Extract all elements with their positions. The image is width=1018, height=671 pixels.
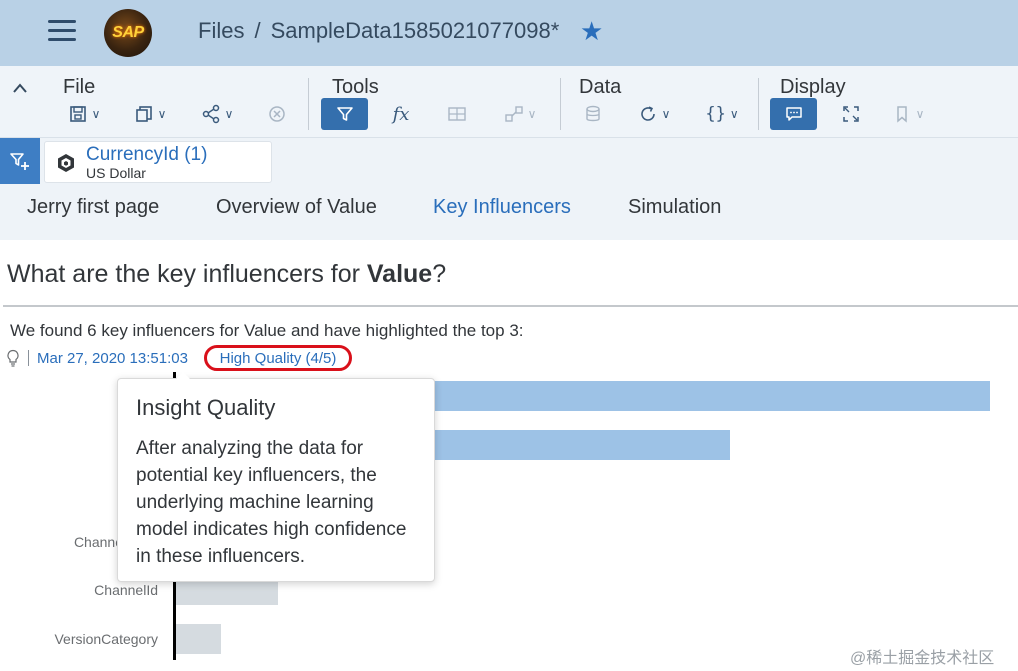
popover-body: After analyzing the data for potential k… <box>136 438 407 567</box>
link-icon <box>504 106 523 122</box>
variables-menu-button[interactable]: {} ∨ <box>700 98 744 130</box>
toolbar-divider <box>308 78 309 130</box>
page-tabs: Jerry first page Overview of Value Key I… <box>0 184 1018 240</box>
watermark: @稀土掘金技术社区 <box>850 650 995 667</box>
question-suffix: ? <box>432 260 447 288</box>
chevron-down-icon: ∨ <box>729 107 739 121</box>
copy-icon <box>135 106 152 122</box>
chevron-down-icon: ∨ <box>91 107 101 121</box>
logo-text: SAP <box>112 24 144 41</box>
chevron-down-icon: ∨ <box>157 107 167 121</box>
toolbar: File ∨ ∨ ∨ Tools fx ∨ Data ∨ {} ∨ Display <box>0 66 1018 138</box>
tab-jerry-first-page[interactable]: Jerry first page <box>27 196 159 219</box>
bookmark-menu-button[interactable]: ∨ <box>888 98 928 130</box>
tab-simulation[interactable]: Simulation <box>628 196 721 219</box>
group-title-display: Display <box>780 76 846 98</box>
copy-menu-button[interactable]: ∨ <box>128 98 172 130</box>
toolbar-divider <box>758 78 759 130</box>
comments-button[interactable] <box>770 98 817 130</box>
filter-tool-button[interactable] <box>321 98 368 130</box>
comment-icon <box>785 107 802 121</box>
quality-label: High Quality (4/5) <box>219 349 337 367</box>
tab-key-influencers[interactable]: Key Influencers <box>433 196 571 219</box>
add-filter-button[interactable] <box>0 138 40 184</box>
lightbulb-icon <box>7 349 19 367</box>
popover-title: Insight Quality <box>136 395 276 420</box>
breadcrumb-separator: / <box>254 18 261 43</box>
fullscreen-icon <box>843 106 859 122</box>
sap-logo[interactable]: SAP <box>104 9 152 57</box>
tab-overview-of-value[interactable]: Overview of Value <box>216 196 377 219</box>
group-title-tools: Tools <box>332 76 379 98</box>
meta-separator <box>28 350 29 366</box>
breadcrumb: Files / SampleData1585021077098* <box>198 18 559 44</box>
chevron-down-icon: ∨ <box>915 107 925 121</box>
share-menu-button[interactable]: ∨ <box>195 98 239 130</box>
formula-fx-icon: fx <box>392 103 410 125</box>
data-source-button[interactable] <box>580 98 606 130</box>
insight-meta: Mar 27, 2020 13:51:03 <box>6 348 188 368</box>
group-title-file: File <box>63 76 96 98</box>
curly-braces-icon: {} <box>705 104 726 124</box>
category-label: ChannelId <box>94 582 158 598</box>
filter-dimension-title: CurrencyId (1) <box>86 144 208 165</box>
collapse-toolbar-icon[interactable] <box>12 78 28 99</box>
influencer-summary: We found 6 key influencers for Value and… <box>10 321 524 340</box>
currency-filter-token[interactable]: CurrencyId (1) US Dollar <box>44 141 272 183</box>
dimension-cube-icon <box>58 154 74 172</box>
menu-icon[interactable] <box>48 20 76 44</box>
breadcrumb-files-link[interactable]: Files <box>198 18 244 43</box>
grouping-button[interactable] <box>444 98 470 130</box>
chevron-down-icon: ∨ <box>224 107 234 121</box>
insight-quality-link[interactable]: High Quality (4/5) <box>204 345 352 371</box>
popover-arrow <box>176 372 190 379</box>
refresh-menu-button[interactable]: ∨ <box>632 98 676 130</box>
category-label: VersionCategory <box>54 630 158 647</box>
question-prefix: What are the key influencers for <box>7 260 367 288</box>
favorite-star-icon[interactable]: ★ <box>580 16 603 47</box>
save-icon <box>69 106 86 122</box>
insight-quality-popover: Insight Quality After analyzing the data… <box>117 378 435 582</box>
link-dimensions-menu-button[interactable]: ∨ <box>497 98 543 130</box>
formula-button[interactable]: fx <box>388 98 414 130</box>
question-target-measure: Value <box>366 260 433 288</box>
filter-add-icon <box>10 153 29 170</box>
chevron-down-icon: ∨ <box>527 107 537 121</box>
group-title-data: Data <box>579 76 622 98</box>
discard-button[interactable] <box>264 98 290 130</box>
toolbar-divider <box>560 78 561 130</box>
influencer-bar[interactable] <box>176 623 221 654</box>
grouping-icon <box>448 107 466 121</box>
filter-bar: CurrencyId (1) US Dollar <box>0 138 1018 184</box>
save-menu-button[interactable]: ∨ <box>62 98 106 130</box>
discard-icon <box>269 106 285 122</box>
document-title: SampleData1585021077098* <box>270 18 560 43</box>
filter-icon <box>336 107 353 121</box>
page-title: What are the key influencers for Value? <box>7 260 446 289</box>
fullscreen-button[interactable] <box>838 98 864 130</box>
insight-timestamp-link[interactable]: Mar 27, 2020 13:51:03 <box>37 350 188 367</box>
bookmark-icon <box>896 106 907 123</box>
refresh-icon <box>640 106 655 121</box>
filter-value: US Dollar <box>86 165 146 181</box>
title-divider <box>3 305 1018 307</box>
database-icon <box>586 105 600 122</box>
shell-bar: SAP Files / SampleData1585021077098* ★ <box>0 0 1018 66</box>
share-icon <box>202 104 219 124</box>
chevron-down-icon: ∨ <box>661 107 671 121</box>
